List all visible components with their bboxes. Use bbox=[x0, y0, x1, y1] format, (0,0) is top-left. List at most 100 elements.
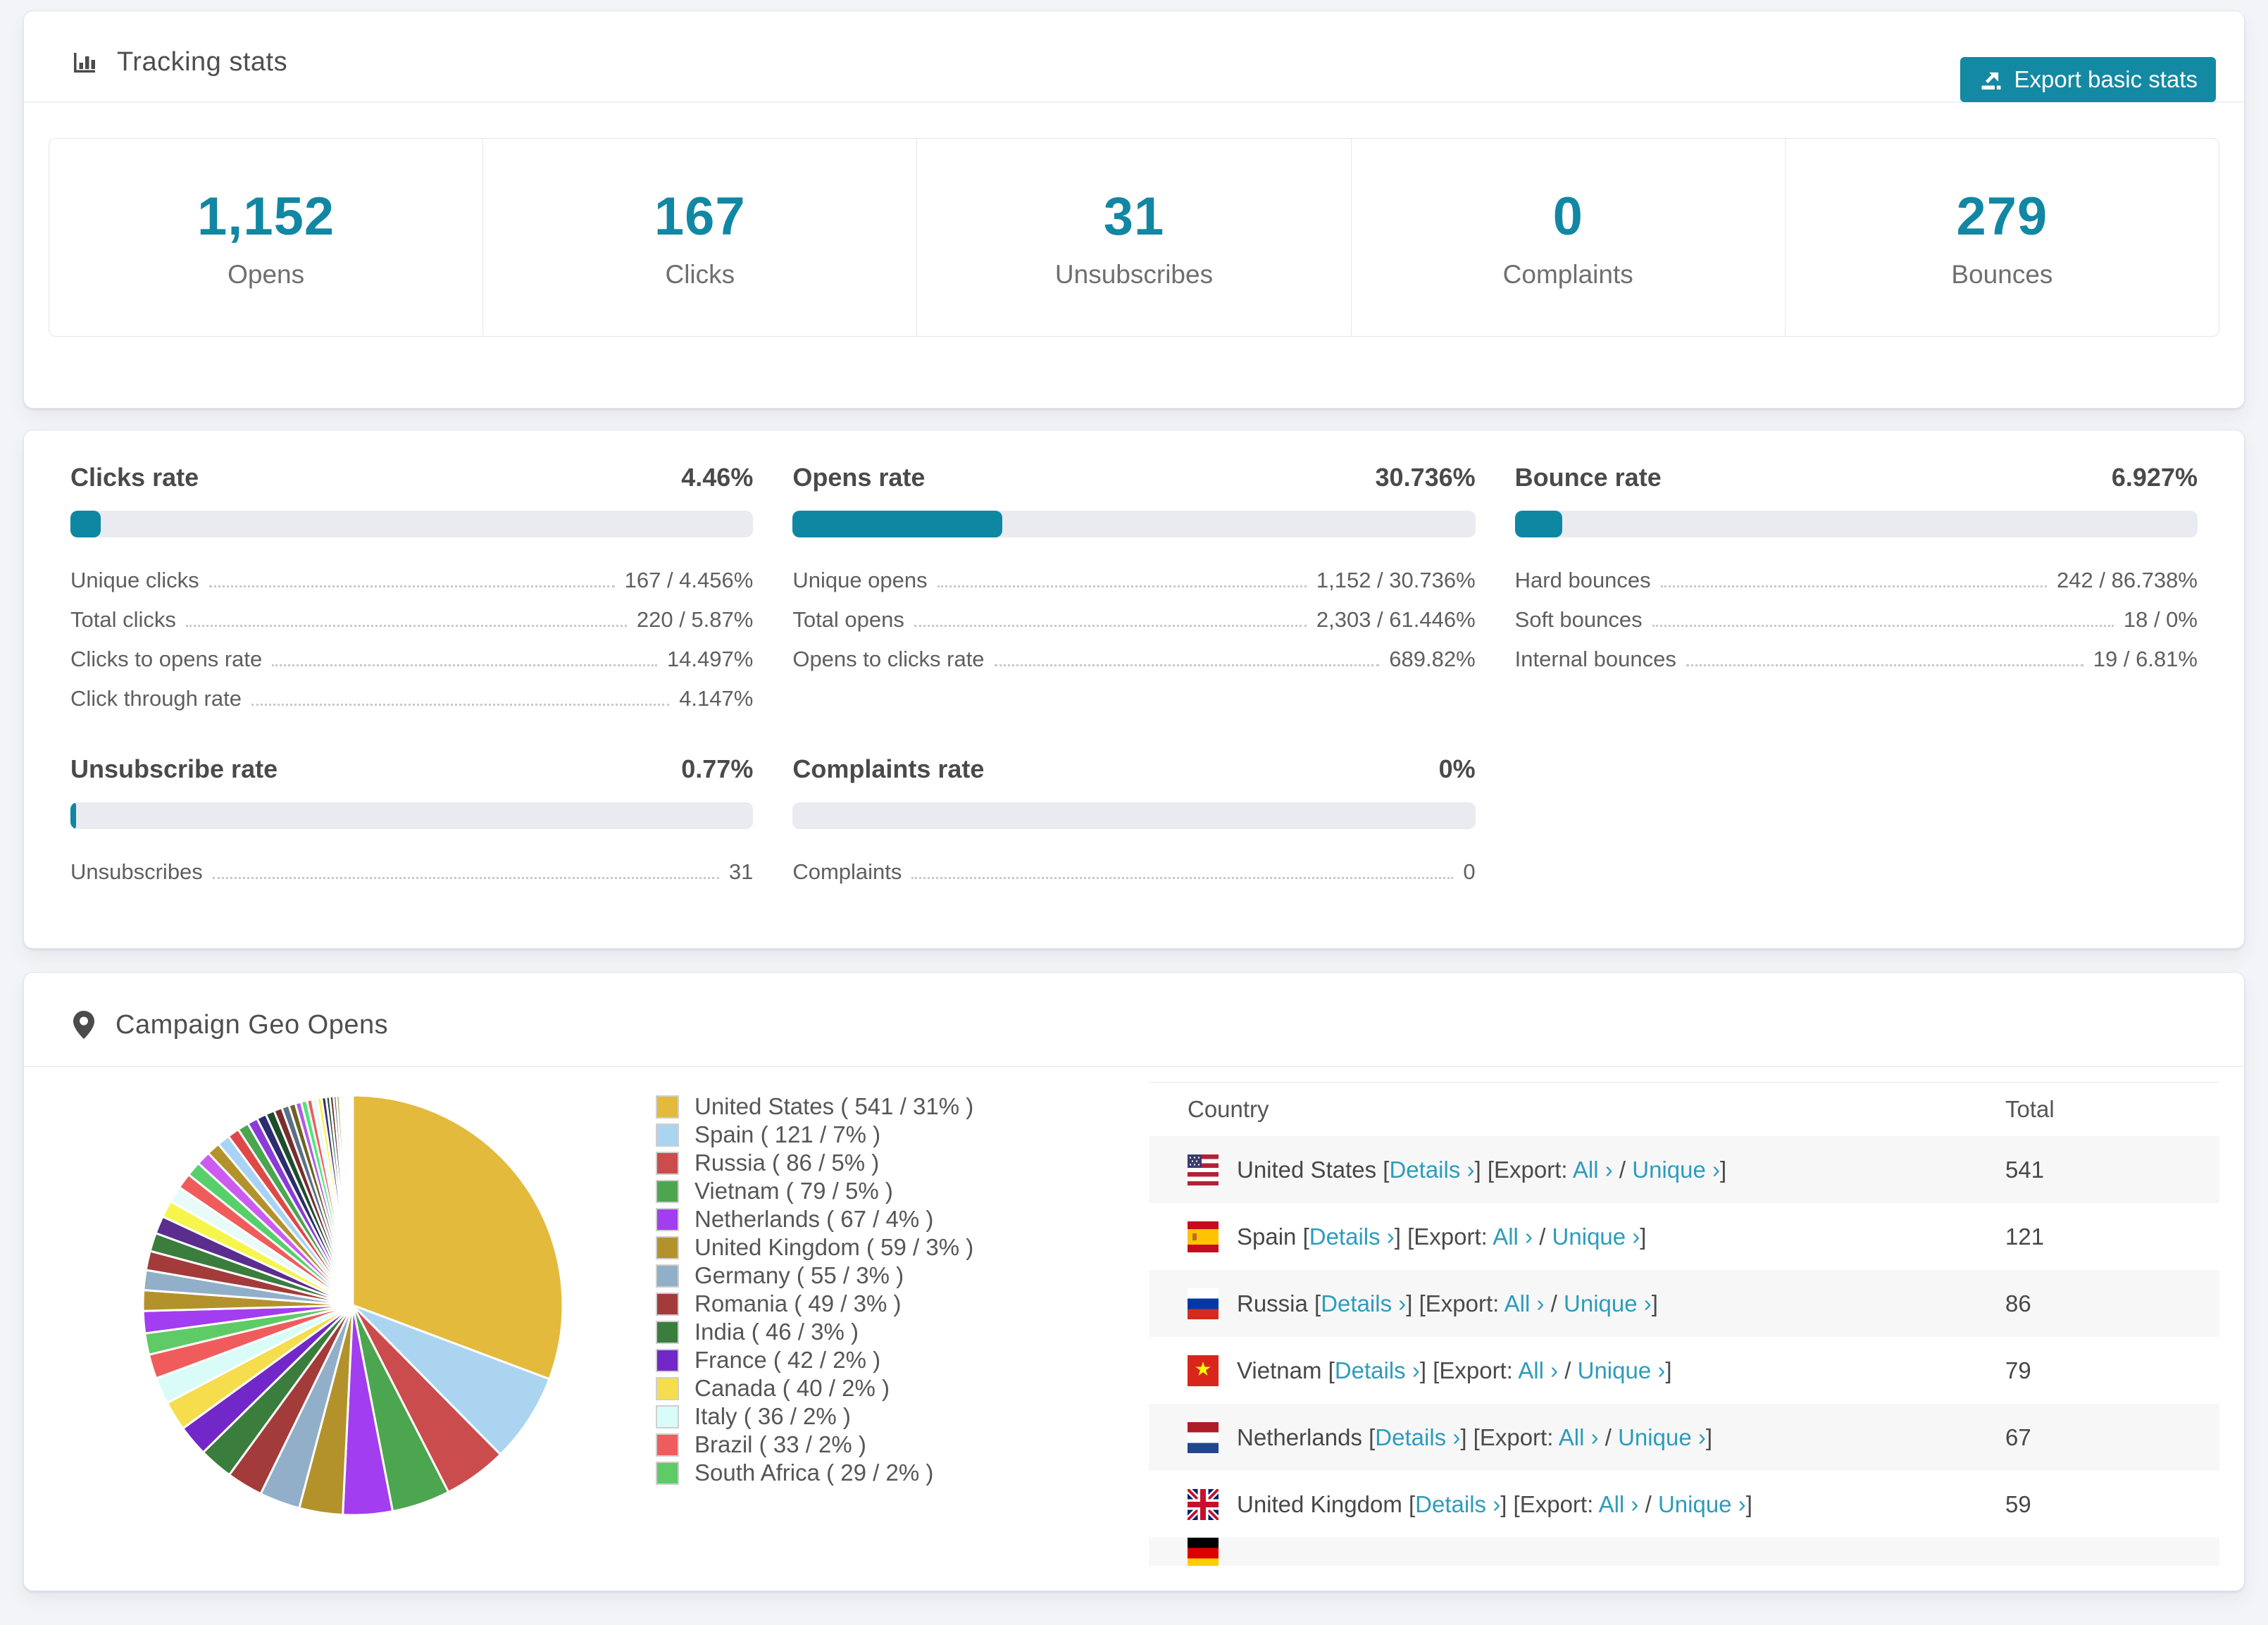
progress-fill bbox=[70, 802, 76, 829]
export-all-link[interactable]: All › bbox=[1599, 1491, 1639, 1517]
stat-value: 31 bbox=[1103, 186, 1165, 247]
export-all-link[interactable]: All › bbox=[1518, 1357, 1558, 1383]
metric-row: Click through rate 4.147% bbox=[70, 675, 753, 715]
legend-item-india[interactable]: India ( 46 / 3% ) bbox=[656, 1318, 1149, 1346]
legend-item-brazil[interactable]: Brazil ( 33 / 2% ) bbox=[656, 1431, 1149, 1459]
export-unique-link[interactable]: Unique › bbox=[1564, 1290, 1652, 1316]
legend-label: Germany ( 55 / 3% ) bbox=[694, 1262, 904, 1288]
geo-table-row-germany bbox=[1149, 1538, 2219, 1566]
legend-label: France ( 42 / 2% ) bbox=[694, 1347, 881, 1373]
metric-label: Opens to clicks rate bbox=[792, 647, 985, 671]
stats-summary-box: 1,152 Opens 167 Clicks 31 Unsubscribes 0 Compla… bbox=[49, 138, 2219, 337]
export-all-link[interactable]: All › bbox=[1504, 1290, 1545, 1316]
legend-item-germany[interactable]: Germany ( 55 / 3% ) bbox=[656, 1262, 1149, 1290]
stat-cell-bounces: 279 Bounces bbox=[1786, 139, 2219, 336]
legend-swatch bbox=[656, 1235, 679, 1259]
legend-swatch bbox=[656, 1292, 679, 1316]
geo-table-wrap: Country Total United States [Details ›] … bbox=[1149, 1082, 2219, 1566]
metric-row: Unsubscribes 31 bbox=[70, 849, 753, 888]
legend-item-romania[interactable]: Romania ( 49 / 3% ) bbox=[656, 1290, 1149, 1318]
legend-item-spain[interactable]: Spain ( 121 / 7% ) bbox=[656, 1121, 1149, 1149]
metric-label: Total opens bbox=[792, 607, 904, 632]
dotted-leader bbox=[185, 625, 627, 627]
legend-item-south-africa[interactable]: South Africa ( 29 / 2% ) bbox=[656, 1459, 1149, 1487]
metric-value: 14.497% bbox=[666, 647, 754, 671]
rate-block-unsubscribe-rate: Unsubscribe rate 0.77% Unsubscribes 31 bbox=[70, 754, 754, 888]
details-link[interactable]: Details › bbox=[1309, 1224, 1395, 1250]
metric-value: 1,152 / 30.736% bbox=[1316, 568, 1476, 592]
details-link[interactable]: Details › bbox=[1415, 1491, 1500, 1517]
legend-swatch bbox=[656, 1095, 679, 1119]
bar-chart-icon bbox=[70, 48, 99, 76]
dotted-leader bbox=[212, 877, 719, 879]
metric-value: 167 / 4.456% bbox=[624, 568, 754, 592]
export-unique-link[interactable]: Unique › bbox=[1632, 1157, 1720, 1183]
export-all-link[interactable]: All › bbox=[1493, 1224, 1533, 1250]
metric-row: Unique opens 1,152 / 30.736% bbox=[792, 557, 1475, 597]
legend-label: Spain ( 121 / 7% ) bbox=[694, 1121, 881, 1147]
export-basic-stats-button[interactable]: Export basic stats bbox=[1959, 57, 2216, 102]
rate-block-opens-rate: Opens rate 30.736% Unique opens 1,152 / 30.… bbox=[792, 463, 1476, 715]
metric-row: Unique clicks 167 / 4.456% bbox=[70, 557, 753, 597]
metric-value: 19 / 6.81% bbox=[2093, 647, 2198, 671]
legend-item-canada[interactable]: Canada ( 40 / 2% ) bbox=[656, 1374, 1149, 1402]
geo-opens-title: Campaign Geo Opens bbox=[116, 1009, 389, 1040]
legend-item-italy[interactable]: Italy ( 36 / 2% ) bbox=[656, 1402, 1149, 1431]
metric-value: 4.147% bbox=[679, 686, 754, 711]
flag-gb-icon bbox=[1188, 1488, 1219, 1520]
export-unique-link[interactable]: Unique › bbox=[1658, 1491, 1746, 1517]
legend-swatch bbox=[656, 1207, 679, 1231]
metric-row: Opens to clicks rate 689.82% bbox=[792, 636, 1475, 675]
legend-label: Vietnam ( 79 / 5% ) bbox=[694, 1178, 893, 1204]
country-name: Netherlands bbox=[1237, 1424, 1362, 1450]
export-unique-link[interactable]: Unique › bbox=[1618, 1424, 1706, 1450]
export-unique-link[interactable]: Unique › bbox=[1552, 1224, 1640, 1250]
metric-label: Click through rate bbox=[70, 686, 242, 711]
legend-item-united-states[interactable]: United States ( 541 / 31% ) bbox=[656, 1092, 1149, 1121]
metric-label: Unique opens bbox=[792, 568, 928, 592]
legend-label: Brazil ( 33 / 2% ) bbox=[694, 1431, 866, 1457]
country-name: Spain bbox=[1237, 1223, 1297, 1250]
tracking-stats-title: Tracking stats bbox=[117, 46, 288, 77]
dotted-leader bbox=[1652, 625, 2114, 627]
details-link[interactable]: Details › bbox=[1321, 1290, 1406, 1316]
legend-item-russia[interactable]: Russia ( 86 / 5% ) bbox=[656, 1149, 1149, 1177]
legend-item-france[interactable]: France ( 42 / 2% ) bbox=[656, 1346, 1149, 1374]
stat-label: Complaints bbox=[1502, 259, 1633, 289]
export-all-link[interactable]: All › bbox=[1559, 1424, 1599, 1450]
rate-value: 0% bbox=[1438, 754, 1476, 783]
legend-item-netherlands[interactable]: Netherlands ( 67 / 4% ) bbox=[656, 1205, 1149, 1233]
progress-fill bbox=[70, 511, 101, 537]
metric-value: 242 / 86.738% bbox=[2057, 568, 2198, 592]
progress-track bbox=[70, 802, 754, 829]
details-link[interactable]: Details › bbox=[1335, 1357, 1420, 1383]
dotted-leader bbox=[1686, 664, 2083, 666]
total-value: 79 bbox=[2005, 1357, 2031, 1383]
stat-label: Bounces bbox=[1951, 259, 2053, 289]
rate-value: 0.77% bbox=[681, 754, 754, 783]
legend-swatch bbox=[656, 1348, 679, 1372]
legend-item-united-kingdom[interactable]: United Kingdom ( 59 / 3% ) bbox=[656, 1233, 1149, 1262]
country-name: United Kingdom bbox=[1237, 1490, 1402, 1517]
metric-row: Total opens 2,303 / 61.446% bbox=[792, 597, 1475, 636]
legend-swatch bbox=[656, 1433, 679, 1457]
rate-block-complaints-rate: Complaints rate 0% Complaints 0 bbox=[792, 754, 1476, 888]
legend-item-vietnam[interactable]: Vietnam ( 79 / 5% ) bbox=[656, 1177, 1149, 1205]
stat-label: Unsubscribes bbox=[1054, 259, 1214, 289]
metric-value: 220 / 5.87% bbox=[636, 607, 754, 632]
export-all-link[interactable]: All › bbox=[1573, 1157, 1613, 1183]
details-link[interactable]: Details › bbox=[1375, 1424, 1460, 1450]
details-link[interactable]: Details › bbox=[1389, 1157, 1474, 1183]
pie-slice-other[interactable] bbox=[351, 1094, 354, 1307]
stat-cell-unsubscribes: 31 Unsubscribes bbox=[917, 139, 1352, 336]
campaign-geo-opens-card: Campaign Geo Opens United States ( 541 /… bbox=[23, 972, 2245, 1591]
rate-value: 4.46% bbox=[681, 463, 754, 492]
export-unique-link[interactable]: Unique › bbox=[1578, 1357, 1666, 1383]
metric-row: Soft bounces 18 / 0% bbox=[1515, 597, 2198, 636]
flag-ru-icon bbox=[1188, 1288, 1219, 1319]
flag-es-icon bbox=[1188, 1221, 1219, 1252]
rate-title: Complaints rate bbox=[792, 754, 985, 783]
flag-us-icon bbox=[1188, 1154, 1219, 1185]
metric-value: 0 bbox=[1463, 859, 1476, 884]
rate-value: 30.736% bbox=[1375, 463, 1476, 492]
